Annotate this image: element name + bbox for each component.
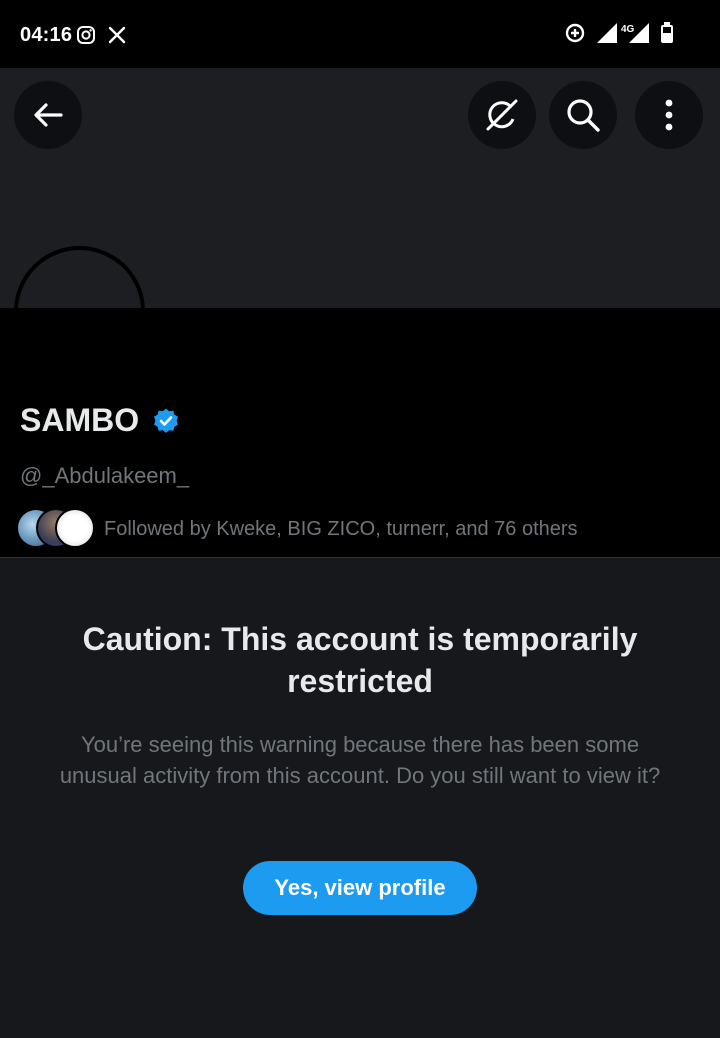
grok-icon (486, 99, 518, 131)
instagram-icon (76, 25, 96, 50)
signal-icon (596, 22, 618, 49)
status-time: 04:16 (20, 24, 73, 46)
status-system-icons (564, 22, 674, 49)
status-notification-icons (76, 25, 126, 50)
followed-by-text: Followed by Kweke, BIG ZICO, turnerr, an… (104, 517, 578, 540)
data-saver-icon (564, 22, 586, 49)
verified-badge-icon[interactable] (152, 407, 180, 435)
follower-avatar (55, 508, 95, 548)
followers-you-know[interactable]: Followed by Kweke, BIG ZICO, turnerr, an… (16, 508, 578, 550)
view-profile-button[interactable]: Yes, view profile (243, 861, 477, 915)
grok-button[interactable] (468, 81, 536, 149)
signal-4g-icon (628, 22, 650, 49)
follower-avatars (16, 508, 98, 550)
status-bar: 04:16 4G (0, 0, 720, 68)
profile-handle: @_Abdulakeem_ (20, 463, 190, 488)
search-button[interactable] (549, 81, 617, 149)
search-icon (567, 99, 600, 132)
caution-message: You’re seeing this warning because there… (59, 732, 661, 788)
caution-title: Caution: This account is temporarily res… (82, 621, 638, 699)
x-icon (108, 26, 126, 49)
display-name: SAMBO (20, 402, 140, 438)
back-button[interactable] (14, 81, 82, 149)
back-arrow-icon (34, 103, 63, 127)
battery-icon (660, 22, 674, 49)
more-options-button[interactable] (635, 81, 703, 149)
more-vertical-icon (665, 99, 673, 131)
